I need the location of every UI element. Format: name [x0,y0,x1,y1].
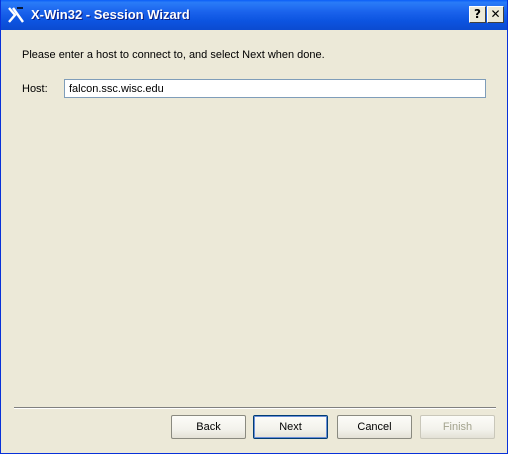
title-bar[interactable]: X-Win32 - Session Wizard ? ✕ [1,0,507,30]
instruction-text: Please enter a host to connect to, and s… [22,49,325,61]
host-label: Host: [22,83,48,95]
next-button[interactable]: Next [253,415,328,439]
session-wizard-window: X-Win32 - Session Wizard ? ✕ Please ente… [0,0,508,454]
help-button[interactable]: ? [469,6,486,23]
close-button[interactable]: ✕ [487,6,504,23]
back-button[interactable]: Back [171,415,246,439]
finish-button[interactable]: Finish [420,415,495,439]
window-title: X-Win32 - Session Wizard [31,7,190,22]
host-input[interactable] [64,79,486,98]
cancel-button[interactable]: Cancel [337,415,412,439]
xwin32-logo-icon [8,7,24,23]
footer-divider [14,407,496,409]
